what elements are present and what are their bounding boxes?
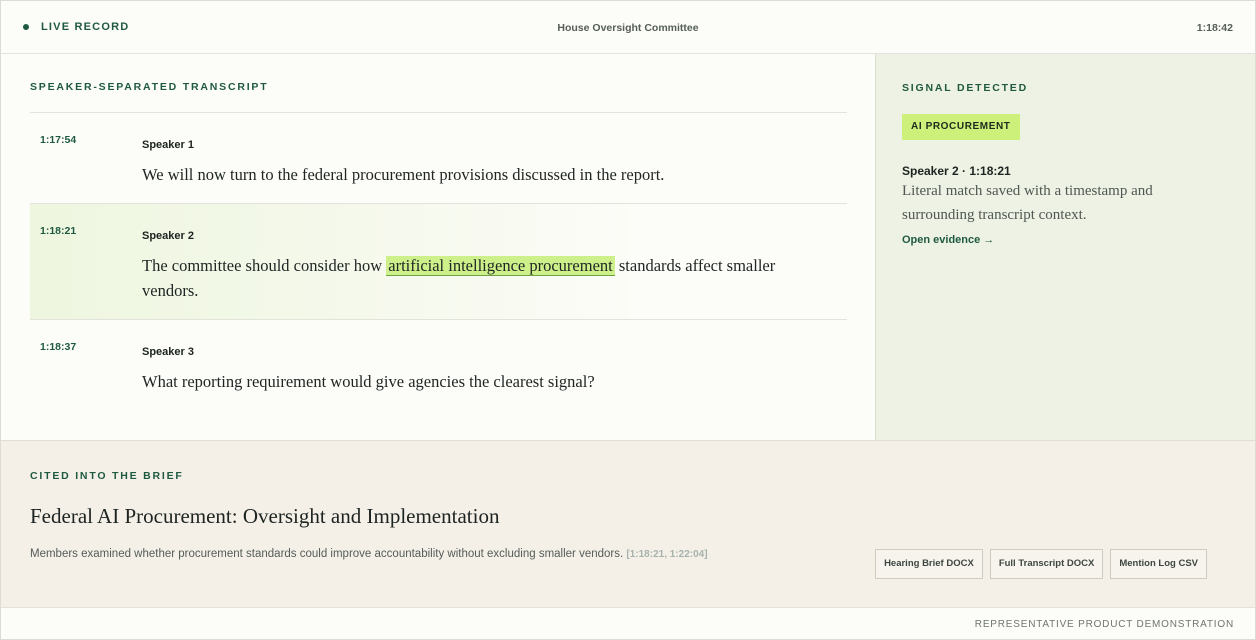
hearing-brief-docx-button[interactable]: Hearing Brief DOCX: [875, 549, 983, 579]
signal-section-label: SIGNAL DETECTED: [902, 82, 1028, 94]
brief-citation[interactable]: [1:18:21, 1:22:04]: [626, 549, 707, 560]
download-buttons: Hearing Brief DOCX Full Transcript DOCX …: [875, 549, 1207, 579]
signal-panel: SIGNAL DETECTED AI PROCUREMENT Speaker 2…: [875, 54, 1255, 440]
transcript-row[interactable]: 1:17:54 Speaker 1 We will now turn to th…: [30, 113, 847, 204]
keyword-highlight[interactable]: artificial intelligence procurement: [386, 256, 615, 276]
app-frame: LIVE RECORD House Oversight Committee 1:…: [0, 0, 1256, 640]
brief-summary: Members examined whether procurement sta…: [30, 544, 730, 565]
open-evidence-link[interactable]: Open evidence →: [902, 234, 994, 246]
brief-summary-text: Members examined whether procurement sta…: [30, 548, 624, 560]
brief-section-label: CITED INTO THE BRIEF: [30, 470, 184, 482]
full-transcript-docx-button[interactable]: Full Transcript DOCX: [989, 549, 1104, 579]
row-utterance: What reporting requirement would give ag…: [142, 372, 595, 391]
transcript-section: SPEAKER-SEPARATED TRANSCRIPT 1:17:54 Spe…: [1, 54, 875, 440]
brief-section: CITED INTO THE BRIEF Federal AI Procurem…: [1, 440, 1255, 607]
row-utterance: The committee should consider how artifi…: [142, 253, 832, 303]
session-clock: 1:18:42: [1196, 22, 1233, 34]
transcript-section-label: SPEAKER-SEPARATED TRANSCRIPT: [30, 81, 269, 93]
signal-speaker-time: Speaker 2 · 1:18:21: [902, 164, 1011, 178]
row-utterance: We will now turn to the federal procurem…: [142, 165, 665, 184]
signal-tag: AI PROCUREMENT: [902, 114, 1020, 140]
transcript-row-highlighted[interactable]: 1:18:21 Speaker 2 The committee should c…: [30, 204, 847, 320]
brief-title: Federal AI Procurement: Oversight and Im…: [30, 504, 500, 528]
row-speaker: Speaker 1: [142, 139, 194, 151]
row-timestamp: 1:18:37: [40, 341, 77, 353]
footer-disclaimer: REPRESENTATIVE PRODUCT DEMONSTRATION: [974, 619, 1234, 630]
signal-description: Literal match saved with a timestamp and…: [902, 183, 1153, 223]
committee-name: House Oversight Committee: [557, 22, 699, 34]
utterance-text-before: The committee should consider how: [142, 256, 387, 275]
row-speaker: Speaker 3: [142, 346, 194, 358]
row-timestamp: 1:17:54: [40, 134, 77, 146]
row-timestamp: 1:18:21: [40, 225, 77, 237]
top-bar: LIVE RECORD House Oversight Committee 1:…: [1, 1, 1255, 54]
row-speaker: Speaker 2: [142, 230, 194, 242]
transcript-row[interactable]: 1:18:37 Speaker 3 What reporting require…: [30, 320, 847, 438]
footer: REPRESENTATIVE PRODUCT DEMONSTRATION: [1, 607, 1255, 639]
transcript-list: 1:17:54 Speaker 1 We will now turn to th…: [30, 112, 847, 438]
mention-log-csv-button[interactable]: Mention Log CSV: [1110, 549, 1207, 579]
